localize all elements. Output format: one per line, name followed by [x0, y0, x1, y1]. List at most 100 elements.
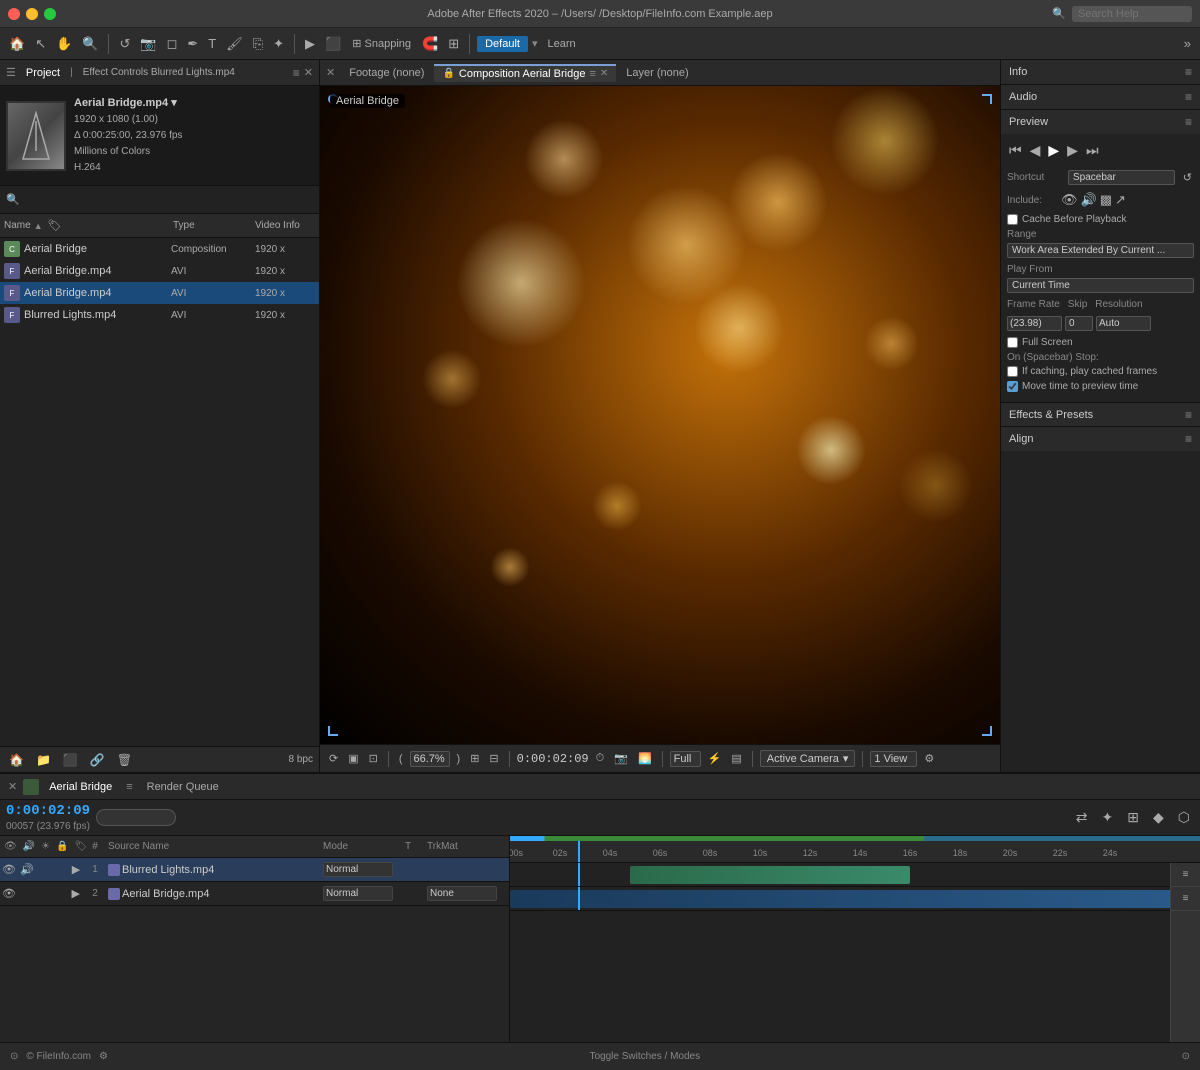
brush-tool[interactable]: 🖌: [223, 34, 246, 54]
close-panel-btn[interactable]: ✕: [326, 66, 335, 79]
skip-input[interactable]: [1065, 316, 1093, 331]
hand-tool[interactable]: ✋: [53, 34, 75, 54]
list-item[interactable]: F Aerial Bridge.mp4 AVI 1920 x: [0, 282, 319, 304]
snapshot-btn[interactable]: 📷: [611, 751, 631, 766]
tab-project[interactable]: Project: [20, 65, 66, 81]
audio-menu-icon[interactable]: ≡: [1185, 90, 1192, 104]
show-snapshot-btn[interactable]: 🌅: [635, 751, 655, 766]
full-screen-checkbox[interactable]: [1007, 337, 1018, 348]
snapping-btn[interactable]: ⇄: [1072, 807, 1092, 828]
minimize-button[interactable]: [26, 8, 38, 20]
search-input[interactable]: [1072, 6, 1192, 22]
timeline-search-input[interactable]: [96, 809, 176, 826]
status-center[interactable]: Toggle Switches / Modes: [589, 1051, 700, 1062]
viewer-type-btn[interactable]: ▣: [345, 751, 361, 766]
playhead[interactable]: [578, 841, 580, 862]
viewer-3d-btn[interactable]: ⊡: [366, 751, 381, 766]
play-from-select[interactable]: Current Time: [1007, 278, 1194, 293]
always-preview-btn[interactable]: ⟳: [326, 751, 341, 766]
clip-aerial-bridge[interactable]: [510, 890, 1180, 908]
frame-rate-select[interactable]: (23.98): [1007, 316, 1062, 331]
effects-presets-section[interactable]: Effects & Presets ≡: [1001, 403, 1200, 427]
timecode-btn[interactable]: ⏱: [593, 751, 608, 766]
magnet-btn[interactable]: 🧲: [419, 34, 441, 54]
home-button[interactable]: 🏠: [6, 34, 28, 54]
dependency-btn[interactable]: 🔗: [87, 751, 108, 769]
layer-1-expand-icon[interactable]: ▶: [70, 863, 82, 876]
effects-menu-icon[interactable]: ≡: [1185, 408, 1192, 422]
panel-close-btn[interactable]: ✕: [304, 66, 313, 79]
comp-tab-close[interactable]: ✕: [600, 68, 608, 79]
layer-1-mode-select[interactable]: Normal: [323, 862, 393, 877]
list-item[interactable]: C Aerial Bridge Composition 1920 x: [0, 238, 319, 260]
timeline-close-btn[interactable]: ✕: [8, 780, 17, 793]
zoom-tool[interactable]: 🔍: [79, 34, 101, 54]
pen-tool[interactable]: ✒: [184, 34, 201, 54]
timeline-menu-icon[interactable]: ≡: [126, 781, 132, 793]
fast-preview-btn[interactable]: ⚡: [705, 751, 725, 766]
step-back-btn[interactable]: ◀: [1028, 140, 1043, 161]
composition-tab[interactable]: 🔒 Composition Aerial Bridge ≡ ✕: [434, 64, 616, 82]
layer-2-mode-select[interactable]: Normal: [323, 886, 393, 901]
workspace-button[interactable]: Default: [477, 36, 528, 52]
last-frame-btn[interactable]: ⏭: [1084, 140, 1101, 161]
tag-icon[interactable]: 🏷: [48, 219, 62, 232]
overlay-include-icon[interactable]: ▩: [1100, 192, 1112, 208]
info-menu-icon[interactable]: ≡: [1185, 65, 1192, 79]
audio-include-icon[interactable]: 🔊: [1081, 192, 1097, 208]
first-frame-btn[interactable]: ⏮: [1007, 140, 1024, 161]
layer-row[interactable]: 👁 ▶ 2 Aerial Bridge.mp4 Normal: [0, 882, 509, 906]
reset-shortcut-btn[interactable]: ↺: [1181, 169, 1194, 186]
project-search-input[interactable]: [24, 194, 313, 206]
move-time-checkbox[interactable]: [1007, 381, 1018, 392]
align-menu-icon[interactable]: ≡: [1185, 432, 1192, 446]
settings-icon[interactable]: ⚙: [99, 1051, 108, 1062]
panel-menu-icon[interactable]: ≡: [293, 66, 300, 80]
select-tool[interactable]: ↖: [32, 34, 49, 54]
active-camera-select[interactable]: Active Camera ▾: [760, 750, 856, 767]
learn-button[interactable]: Learn: [541, 36, 581, 52]
clone-tool[interactable]: ⎘: [250, 34, 266, 54]
text-tool[interactable]: T: [205, 34, 219, 53]
layer-2-eye-icon[interactable]: 👁: [2, 887, 16, 900]
preview-header[interactable]: Preview ≡: [1001, 110, 1200, 134]
align-section[interactable]: Align ≡: [1001, 427, 1200, 451]
new-folder-btn[interactable]: 🏠: [6, 751, 27, 769]
view-select[interactable]: 1 View2 Views4 Views: [870, 751, 917, 767]
camera-tool[interactable]: 📷: [137, 34, 159, 54]
more-tools-btn[interactable]: »: [1181, 34, 1194, 53]
precomp-btn[interactable]: ⬡: [1174, 807, 1194, 828]
rotate-tool[interactable]: ↺: [116, 34, 133, 54]
footage-tab[interactable]: Footage (none): [341, 65, 432, 81]
if-caching-checkbox[interactable]: [1007, 366, 1018, 377]
cache-checkbox[interactable]: [1007, 214, 1018, 225]
fit-btn[interactable]: ⊞: [467, 751, 482, 766]
maximize-button[interactable]: [44, 8, 56, 20]
step-fwd-btn[interactable]: ▶: [1065, 140, 1080, 161]
resolution-select[interactable]: AutoFullHalf: [1096, 316, 1151, 331]
comp-tab-menu[interactable]: ≡: [589, 68, 595, 80]
safe-zones-btn[interactable]: ⊟: [486, 751, 501, 766]
import-btn[interactable]: ⬛: [60, 751, 81, 769]
shape-tool[interactable]: ◻: [164, 34, 181, 54]
layer-tab[interactable]: Layer (none): [618, 65, 696, 81]
grid-btn[interactable]: ⊞: [445, 34, 462, 54]
preview-menu-icon[interactable]: ≡: [1185, 115, 1192, 129]
viewer-settings-btn[interactable]: ⚙: [921, 751, 937, 766]
preview-play[interactable]: ▶: [302, 34, 318, 54]
new-item-btn[interactable]: 📁: [33, 751, 54, 769]
video-include-icon[interactable]: 👁: [1061, 192, 1078, 208]
audio-header[interactable]: Audio ≡: [1001, 85, 1200, 109]
render-queue-tab[interactable]: Render Queue: [139, 779, 227, 795]
markers-btn[interactable]: ◆: [1149, 807, 1168, 828]
puppet-tool[interactable]: ✦: [270, 34, 287, 54]
quality-select[interactable]: FullHalfAuto: [670, 751, 701, 767]
current-time[interactable]: 0:00:02:09: [6, 803, 90, 819]
play-btn[interactable]: ▶: [1046, 140, 1061, 161]
toggle-transparency-btn[interactable]: ▤: [728, 751, 744, 766]
range-select[interactable]: Work Area Extended By Current ...: [1007, 243, 1194, 258]
render-btn[interactable]: ⬛: [322, 34, 344, 54]
layer-2-expand-icon[interactable]: ▶: [69, 887, 82, 900]
info-header[interactable]: Info ≡: [1001, 60, 1200, 84]
export-include-icon[interactable]: ↗: [1115, 192, 1126, 208]
